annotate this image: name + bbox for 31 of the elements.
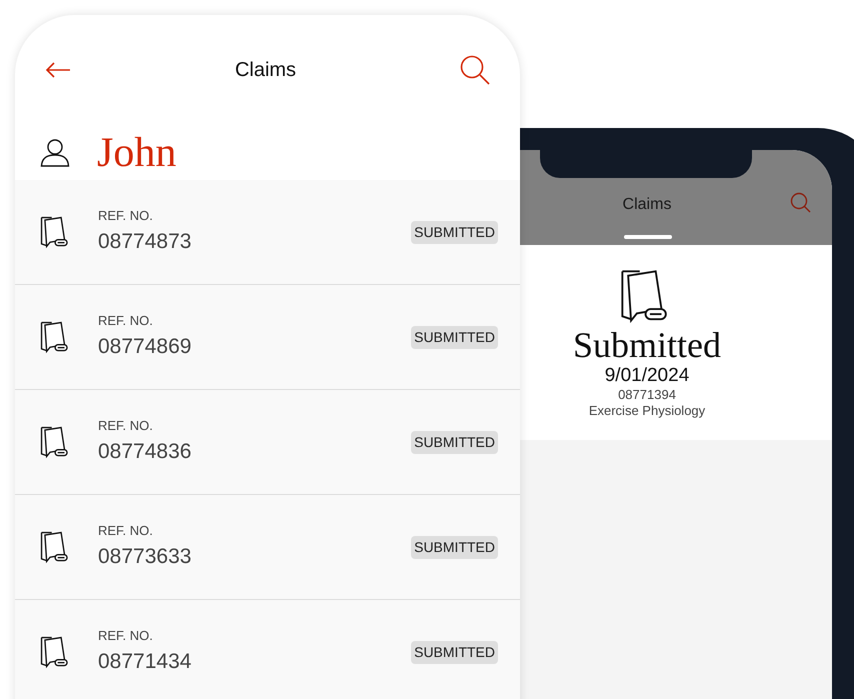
ref-label: REF. NO. <box>98 208 154 224</box>
ref-number: 08771434 <box>98 649 192 675</box>
screen-title: Claims <box>234 58 296 83</box>
user-name: John <box>97 128 176 176</box>
status-badge: SUBMITTED <box>411 430 498 454</box>
claim-row[interactable]: REF. NO. 08774836 SUBMITTED <box>15 390 520 495</box>
back-arrow-icon[interactable] <box>45 62 71 78</box>
claim-date: 9/01/2024 <box>604 365 690 387</box>
ref-number: 08773633 <box>98 544 192 570</box>
ref-label: REF. NO. <box>98 313 154 329</box>
claim-type: Exercise Physiology <box>588 403 706 419</box>
ref-number: 08774836 <box>98 439 192 465</box>
user-icon <box>40 138 70 168</box>
status-badge: SUBMITTED <box>411 326 498 348</box>
claim-ref: 08771394 <box>618 387 676 403</box>
drag-handle[interactable] <box>624 235 672 239</box>
ref-number: 08774869 <box>98 334 192 360</box>
ref-label: REF. NO. <box>98 418 154 434</box>
claim-row[interactable]: REF. NO. 08774873 SUBMITTED <box>15 180 520 285</box>
claim-status: Submitted <box>572 325 721 365</box>
claim-row[interactable]: REF. NO. 08771434 SUBMITTED <box>15 600 520 699</box>
claim-row[interactable]: REF. NO. 08774869 SUBMITTED <box>15 285 520 390</box>
ref-label: REF. NO. <box>98 628 154 644</box>
claim-row[interactable]: REF. NO. 08773633 SUBMITTED <box>15 495 520 600</box>
search-icon[interactable] <box>460 55 490 85</box>
status-badge: SUBMITTED <box>411 536 498 558</box>
screen-title: Claims <box>622 195 672 215</box>
ref-number: 08774873 <box>98 229 192 255</box>
status-badge: SUBMITTED <box>411 220 498 244</box>
ref-label: REF. NO. <box>98 523 154 539</box>
status-badge: SUBMITTED <box>411 640 498 664</box>
